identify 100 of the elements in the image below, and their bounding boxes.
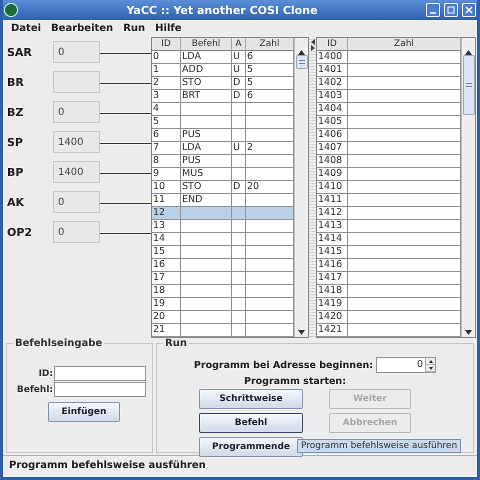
menu-item[interactable]: Datei [7, 23, 48, 34]
grip-icon [298, 60, 304, 64]
table-cell [181, 272, 232, 285]
table-cell [232, 298, 246, 311]
table-cell: 1407 [317, 142, 348, 155]
table-cell [246, 116, 294, 129]
table-cell: 3 [152, 90, 181, 103]
grip-icon [466, 83, 472, 87]
menu-item[interactable]: Hilfe [151, 23, 188, 34]
table-cell: 1416 [317, 259, 348, 272]
run-button[interactable]: Programmende [199, 437, 303, 457]
register-label: BP [7, 166, 24, 178]
table-cell: D [232, 77, 246, 90]
menu-item[interactable]: Run [119, 23, 152, 34]
scroll-thumb[interactable] [462, 55, 474, 115]
column-header[interactable]: Befehl [181, 38, 232, 51]
run-button[interactable]: Befehl [199, 413, 303, 433]
table-cell [232, 194, 246, 207]
table-cell: 1418 [317, 285, 348, 298]
split-arrows-icon [310, 39, 314, 51]
table-cell: 1400 [317, 51, 348, 64]
table-cell: LDA [181, 51, 232, 64]
start-address-spinner[interactable]: 0 [376, 357, 436, 373]
table-cell: 1411 [317, 194, 348, 207]
table-cell: 1419 [317, 298, 348, 311]
table-cell [246, 311, 294, 324]
table-cell [181, 285, 232, 298]
scroll-thumb[interactable] [296, 55, 308, 69]
table-cell: 1414 [317, 233, 348, 246]
table-cell: 1420 [317, 311, 348, 324]
table-cell [181, 259, 232, 272]
table-cell: 12 [152, 207, 181, 220]
table-cell: 7 [152, 142, 181, 155]
table-cell: 1 [152, 64, 181, 77]
maximize-icon [447, 6, 455, 14]
table-cell [181, 116, 232, 129]
table-cell: PUS [181, 155, 232, 168]
register-label: OP2 [7, 226, 34, 238]
table-cell: 4 [152, 103, 181, 116]
table-cell [232, 285, 246, 298]
column-header[interactable]: Zahl [246, 38, 294, 51]
input-field[interactable] [54, 382, 146, 397]
table-cell: 2 [246, 142, 294, 155]
input-field[interactable] [54, 366, 146, 381]
spin-down-button[interactable] [426, 365, 436, 372]
table-cell: MUS [181, 168, 232, 181]
table-cell [246, 259, 294, 272]
table-cell: STO [181, 77, 232, 90]
panel-title: Run [164, 338, 188, 349]
table-cell [246, 233, 294, 246]
status-bar: Programm befehlsweise ausführen [3, 455, 477, 475]
table-cell: D [232, 90, 246, 103]
spin-up-icon [428, 360, 433, 362]
table-cell: U [232, 142, 246, 155]
panel-title: Befehlseingabe [14, 338, 104, 349]
table-cell: ADD [181, 64, 232, 77]
table-cell: 5 [246, 64, 294, 77]
table-cell: 15 [152, 246, 181, 259]
table-cell: 6 [246, 90, 294, 103]
run-button[interactable]: Schrittweise [199, 389, 303, 409]
table-cell [246, 194, 294, 207]
table-cell: PUS [181, 129, 232, 142]
scroll-down-icon[interactable] [298, 330, 305, 335]
table-cell: END [181, 194, 232, 207]
table-cell [246, 272, 294, 285]
table-cell: 1401 [317, 64, 348, 77]
column-header[interactable]: ID [152, 38, 181, 51]
table-cell [181, 220, 232, 233]
table-cell: LDA [181, 142, 232, 155]
scrollbar[interactable] [461, 38, 475, 337]
table-cell: 1417 [317, 272, 348, 285]
table-cell [232, 233, 246, 246]
column-header[interactable]: Zahl [348, 38, 461, 51]
insert-button[interactable]: Einfügen [48, 402, 120, 422]
scroll-down-icon[interactable] [465, 330, 472, 335]
register-field: 0 [53, 101, 100, 123]
table-cell [246, 168, 294, 181]
scrollbar[interactable] [294, 38, 308, 337]
column-header[interactable]: A [232, 38, 246, 51]
table-cell: 21 [152, 324, 181, 337]
table-cell: 5 [152, 116, 181, 129]
table-cell: 19 [152, 298, 181, 311]
close-button[interactable] [462, 3, 476, 17]
table-cell: 1412 [317, 207, 348, 220]
table-cell [232, 272, 246, 285]
table-cell: 0 [152, 51, 181, 64]
table-cell [181, 103, 232, 116]
column-header[interactable]: ID [317, 38, 348, 51]
table-cell [232, 129, 246, 142]
table-cell [232, 220, 246, 233]
table-cell: 2 [152, 77, 181, 90]
register-field: 0 [53, 191, 100, 213]
minimize-button[interactable] [426, 3, 440, 17]
table-cell [232, 155, 246, 168]
field-label: ID: [38, 368, 53, 378]
table-cell [232, 207, 246, 220]
table-cell [181, 298, 232, 311]
table-cell [246, 129, 294, 142]
menu-item[interactable]: Bearbeiten [47, 23, 120, 34]
maximize-button[interactable] [444, 3, 458, 17]
